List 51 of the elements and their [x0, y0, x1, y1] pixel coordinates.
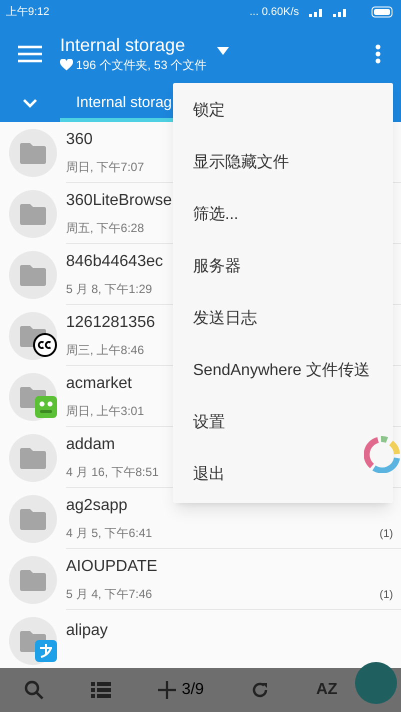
- file-date: 4 月 5, 下午6:41: [66, 525, 152, 542]
- status-time: 上午9:12: [6, 4, 50, 20]
- file-name: ag2sapp: [66, 496, 128, 516]
- item-count: (1): [380, 588, 393, 602]
- add-icon[interactable]: [158, 681, 176, 699]
- file-name: AIOUPDATE: [66, 557, 158, 577]
- more-icon[interactable]: [375, 44, 381, 64]
- folder-icon: [20, 264, 46, 286]
- file-name: 846b44643ec: [66, 252, 163, 272]
- folder-icon: [20, 204, 46, 224]
- loading-spinner: [364, 436, 401, 473]
- menu-icon[interactable]: [18, 45, 42, 63]
- storage-title: Internal storage: [60, 34, 186, 56]
- page-indicator: 3/9: [182, 680, 204, 700]
- cc-icon: [33, 333, 57, 357]
- file-name: 1261281356: [66, 313, 155, 333]
- menu-item[interactable]: 服务器: [173, 241, 393, 293]
- file-date: 5 月 4, 下午7:46: [66, 586, 152, 603]
- file-name: 360: [66, 130, 93, 150]
- app-icon: [35, 396, 57, 418]
- folder-icon: [20, 448, 46, 468]
- menu-item[interactable]: 发送日志: [173, 293, 393, 345]
- menu-item[interactable]: 显示隐藏文件: [173, 137, 393, 189]
- app-icon: [35, 640, 57, 662]
- battery-icon: [371, 6, 395, 18]
- storage-summary: 196 个文件夹, 53 个文件: [76, 57, 207, 74]
- file-date: 5 月 8, 下午1:29: [66, 281, 152, 298]
- search-icon[interactable]: [24, 680, 44, 700]
- file-name: acmarket: [66, 374, 132, 394]
- folder-icon: [20, 570, 46, 590]
- menu-item[interactable]: SendAnywhere 文件传送: [173, 345, 393, 397]
- dropdown-icon[interactable]: [216, 47, 229, 55]
- collapse-icon[interactable]: [23, 98, 37, 108]
- file-date: 周五, 下午6:28: [66, 220, 144, 237]
- menu-item[interactable]: 设置: [173, 397, 393, 449]
- item-count: (1): [380, 526, 393, 542]
- folder-icon: [20, 142, 46, 164]
- file-name: 360LiteBrowse: [66, 191, 172, 211]
- menu-item[interactable]: 筛选...: [173, 189, 393, 241]
- list-view-icon[interactable]: [90, 682, 111, 698]
- file-date: 周三, 上午8:46: [66, 342, 144, 359]
- file-name: addam: [66, 435, 115, 455]
- file-date: 周日, 上午3:01: [66, 403, 144, 420]
- folder-icon: [20, 508, 46, 530]
- network-speed: ... 0.60K/s: [249, 4, 299, 20]
- heart-icon: [60, 59, 73, 71]
- menu-item[interactable]: 退出: [173, 449, 393, 501]
- file-date: 周日, 下午7:07: [66, 159, 144, 176]
- file-date: 4 月 16, 下午8:51: [66, 464, 159, 481]
- refresh-icon[interactable]: [251, 681, 270, 699]
- file-name: alipay: [66, 621, 108, 641]
